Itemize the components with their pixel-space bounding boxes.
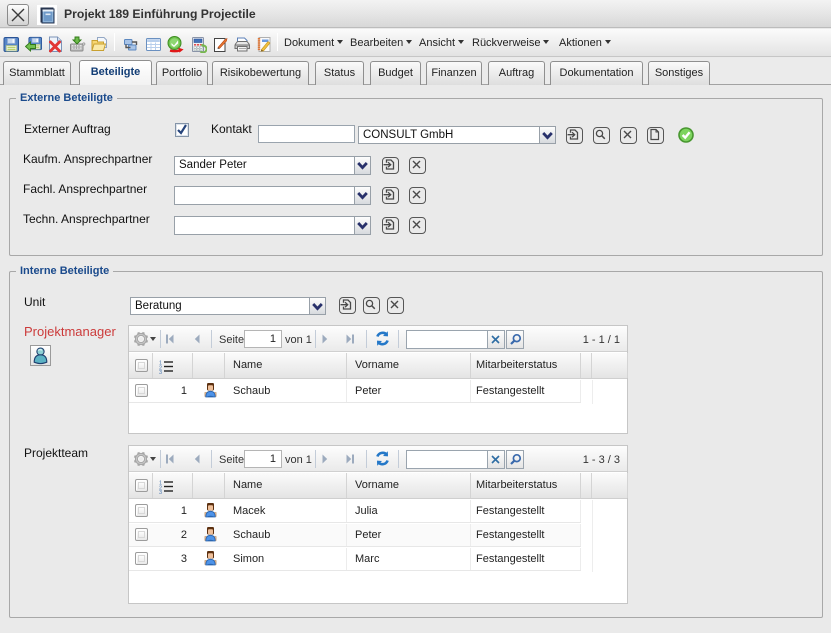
svg-text:3: 3 (159, 370, 162, 375)
svg-text:3: 3 (159, 490, 162, 495)
